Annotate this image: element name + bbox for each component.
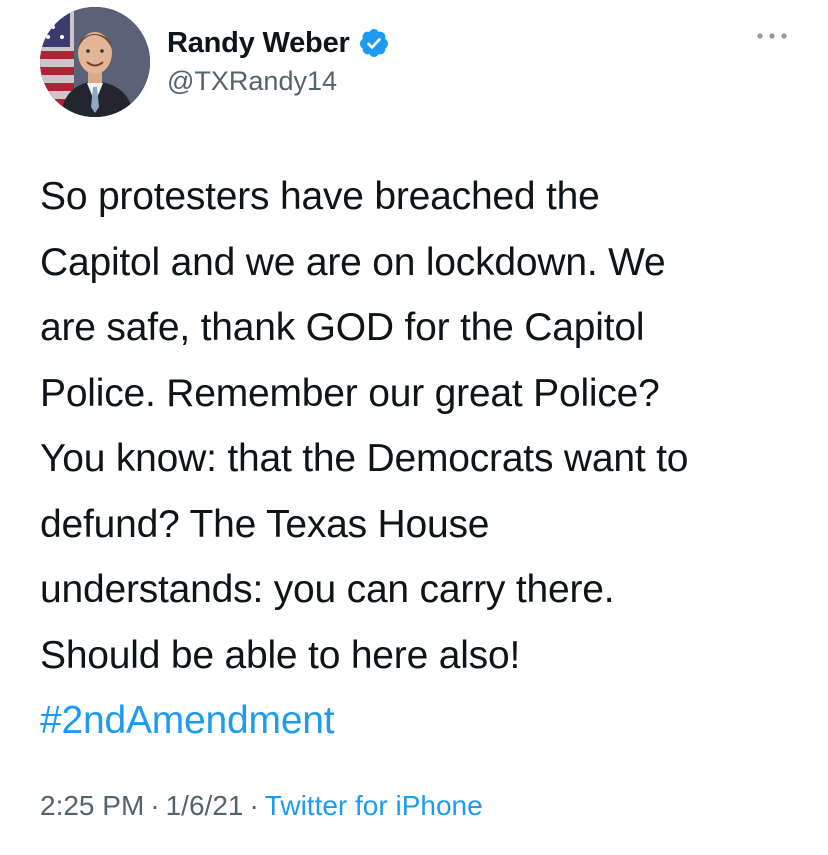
avatar[interactable] — [40, 7, 150, 117]
tweet-text-line: You know: that the Democrats want to — [40, 437, 689, 480]
tweet-source-link[interactable]: Twitter for iPhone — [265, 790, 483, 821]
user-handle[interactable]: @TXRandy14 — [167, 66, 337, 97]
display-name[interactable]: Randy Weber — [167, 27, 350, 60]
meta-separator: · — [249, 790, 259, 821]
tweet-text-line: defund? The Texas House — [40, 502, 490, 546]
tweet-text-line: understands: you can carry there. — [40, 568, 615, 611]
tweet-text-line: Police. Remember our great Police? — [40, 371, 660, 415]
avatar-image — [40, 7, 150, 117]
user-name-row: Randy Weber — [167, 24, 390, 62]
tweet-text-line: Capitol and we are on lockdown. We — [40, 240, 666, 284]
hashtag-link[interactable]: #2ndAmendment — [40, 688, 810, 754]
tweet-time[interactable]: 2:25 PM — [40, 790, 144, 821]
tweet-text: So protesters have breached the Capitol … — [40, 164, 810, 754]
tweet-date[interactable]: 1/6/21 — [166, 790, 244, 821]
tweet-text-line: Should be able to here also! — [40, 633, 521, 677]
tweet-text-line: are safe, thank GOD for the Capitol — [40, 306, 645, 349]
tweet: Randy Weber @TXRandy14 So protesters hav… — [0, 0, 828, 855]
more-options-icon[interactable] — [752, 26, 792, 46]
tweet-meta: 2:25 PM · 1/6/21 · Twitter for iPhone — [40, 790, 483, 822]
verified-badge-icon — [359, 29, 388, 57]
tweet-text-line: So protesters have breached the — [40, 175, 600, 218]
meta-separator: · — [150, 790, 160, 821]
